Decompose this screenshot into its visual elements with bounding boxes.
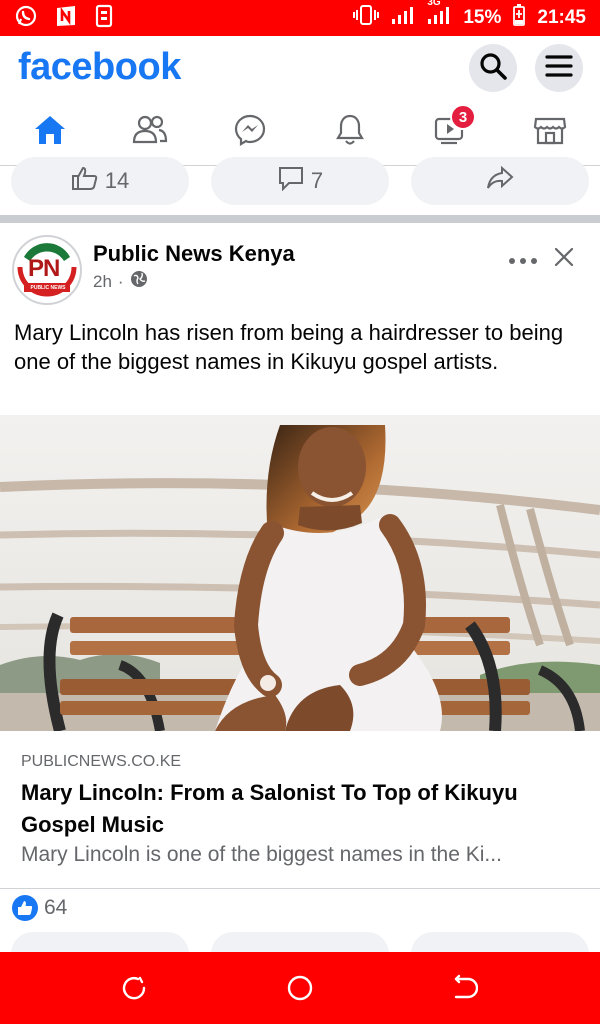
share-button[interactable] [411,157,589,205]
home-circle-icon [286,974,314,1007]
link-preview[interactable]: PUBLICNEWS.CO.KE Mary Lincoln: From a Sa… [0,731,600,889]
signal-icon [391,5,415,31]
search-icon [478,51,508,86]
home-system-button[interactable] [284,974,316,1006]
post-like-button[interactable] [11,932,189,952]
feed-divider [0,215,600,223]
share-icon [486,165,514,197]
tab-notifications[interactable] [320,110,380,154]
messenger-icon [233,113,267,152]
signal-3g-icon: 3G [427,0,451,31]
tab-home[interactable] [20,110,80,154]
app-header: facebook [0,36,600,100]
avatar-initials: PN [28,255,60,282]
back-icon [450,974,479,1007]
store-icon [533,114,567,151]
back-button[interactable] [448,974,480,1006]
recent-apps-icon [120,974,148,1007]
globe-icon [130,270,148,293]
thumbs-up-icon [71,165,99,197]
previous-post-actions: 14 7 [0,157,600,215]
facebook-logo[interactable]: facebook [18,46,181,89]
more-options-button[interactable] [508,245,538,273]
battery-charging-icon [513,4,526,32]
like-button[interactable]: 14 [11,157,189,205]
post-text: Mary Lincoln has risen from being a hair… [14,320,564,374]
more-horizontal-icon [508,245,538,272]
tab-marketplace[interactable] [520,110,580,154]
friends-icon [132,114,168,151]
home-icon [33,114,67,151]
tab-watch[interactable]: 3 [420,104,480,154]
reactions-count: 64 [44,896,68,919]
post-share-button[interactable] [411,932,589,952]
link-headline: Mary Lincoln: From a Salonist To Top of … [21,780,518,837]
recent-apps-button[interactable] [118,974,150,1006]
post-comment-button[interactable] [211,932,389,952]
menu-button[interactable] [535,44,583,92]
post-actions [0,930,600,952]
post-meta: 2h · [93,270,148,293]
menu-icon [545,54,573,83]
network-type-label: 3G [427,0,441,8]
feed-post: PN PUBLIC NEWS Public News Kenya 2h · Ma… [0,223,600,952]
avatar-subtext: PUBLIC NEWS [30,285,66,291]
link-description: Mary Lincoln is one of the biggest names… [21,843,502,866]
n-app-icon [54,4,78,33]
status-bar: 3G 15% 21:45 [0,0,600,36]
search-button[interactable] [469,44,517,92]
whatsapp-icon [14,4,38,33]
bell-icon [335,113,365,152]
tab-messenger[interactable] [220,110,280,154]
tab-friends[interactable] [120,110,180,154]
link-preview-image[interactable] [0,415,600,731]
comment-count: 7 [310,168,324,193]
post-time[interactable]: 2h [93,272,112,292]
hide-post-button[interactable] [552,245,576,274]
vibrate-icon [353,4,380,32]
comment-button[interactable]: 7 [211,157,389,205]
meta-separator: · [117,271,124,291]
comment-icon [277,165,305,197]
battery-percent: 15% [463,7,502,28]
system-navigation-bar [0,952,600,1024]
post-author[interactable]: Public News Kenya [93,241,295,267]
clock: 21:45 [537,7,586,28]
like-count: 14 [104,168,130,193]
close-icon [552,247,576,273]
reactions-summary[interactable]: 64 [12,895,67,921]
sim-icon [94,4,114,33]
link-domain: PUBLICNEWS.CO.KE [21,753,182,770]
like-reaction-icon [12,895,38,921]
avatar[interactable]: PN PUBLIC NEWS [12,235,82,305]
notification-badge: 3 [450,104,476,130]
